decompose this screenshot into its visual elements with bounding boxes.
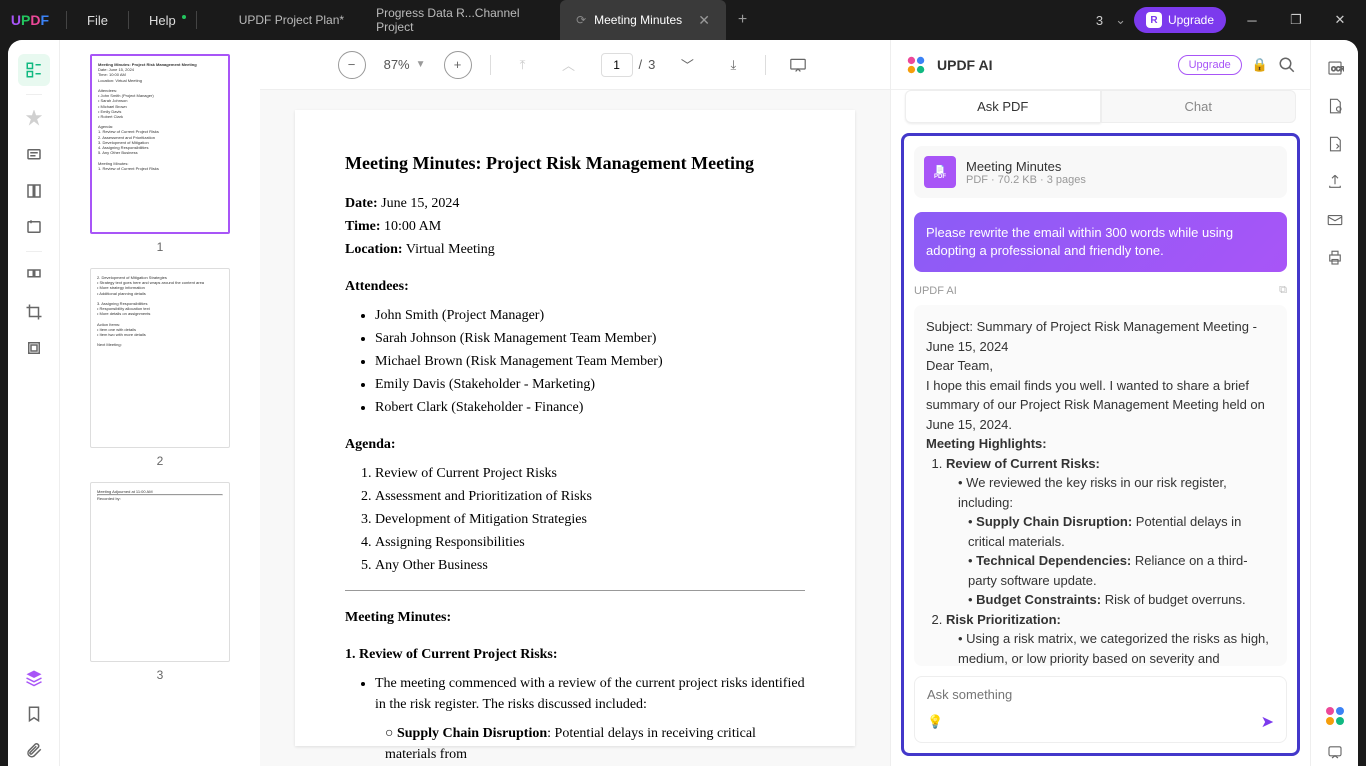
file-name: Meeting Minutes (966, 159, 1086, 174)
feedback-button[interactable] (1321, 738, 1349, 766)
search-icon[interactable] (1278, 56, 1296, 74)
tab-bar: UPDF Project Plan* Progress Data R...Cha… (223, 0, 1096, 40)
file-meta: PDF · 70.2 KB · 3 pages (966, 174, 1086, 186)
bookmark-button[interactable] (18, 698, 50, 730)
lock-icon[interactable]: 🔒 (1252, 57, 1268, 73)
next-page-button[interactable]: ﹀ (673, 51, 701, 79)
zoom-value[interactable]: 87% ▼ (384, 57, 426, 72)
email-button[interactable] (1321, 206, 1349, 234)
pdf-icon: 📄PDF (924, 156, 956, 188)
presentation-button[interactable] (784, 51, 812, 79)
page-input: / 3 (601, 53, 656, 77)
ai-response: Subject: Summary of Project Risk Managem… (914, 305, 1287, 666)
titlebar: UPDF File Help UPDF Project Plan* Progre… (0, 0, 1366, 40)
upgrade-button[interactable]: R Upgrade (1134, 7, 1226, 33)
ai-response-label: UPDF AI ⧉ (914, 284, 1287, 297)
thumbnails-button[interactable] (18, 54, 50, 86)
loading-icon: ⟳ (576, 13, 586, 27)
zoom-in-button[interactable]: + (444, 51, 472, 79)
page-content: Meeting Minutes: Project Risk Management… (295, 110, 855, 746)
share-button[interactable] (1321, 168, 1349, 196)
tab-meeting-minutes[interactable]: ⟳ Meeting Minutes ✕ (560, 0, 726, 40)
crop-button[interactable] (18, 296, 50, 328)
attachment-button[interactable] (18, 734, 50, 766)
ai-prompt-input[interactable] (927, 687, 1274, 702)
highlight-button[interactable] (18, 103, 50, 135)
document-viewport[interactable]: Meeting Minutes: Project Risk Management… (260, 90, 890, 766)
tab-project-plan[interactable]: UPDF Project Plan* (223, 0, 360, 40)
thumbnail-label: 3 (157, 668, 164, 682)
thumbnail-page-2[interactable]: 2. Development of Mitigation Strategies•… (90, 268, 230, 448)
close-button[interactable]: ✕ (1322, 4, 1358, 36)
user-message: Please rewrite the email within 300 word… (914, 212, 1287, 272)
ocr-button[interactable]: OCR (1321, 54, 1349, 82)
menu-file[interactable]: File (73, 13, 122, 28)
tab-count: 3 (1096, 13, 1107, 28)
ai-upgrade-button[interactable]: Upgrade (1178, 55, 1242, 75)
zoom-out-button[interactable]: − (338, 51, 366, 79)
ai-panel-title: UPDF AI (937, 57, 1168, 73)
thumbnail-label: 1 (157, 240, 164, 254)
convert-button[interactable] (1321, 130, 1349, 158)
form-button[interactable] (18, 211, 50, 243)
ai-assistant-icon[interactable] (1323, 704, 1347, 728)
left-toolbar (8, 40, 60, 766)
send-button[interactable]: ➤ (1261, 712, 1274, 732)
ai-chat-body: 📄PDF Meeting Minutes PDF · 70.2 KB · 3 p… (901, 133, 1300, 756)
ai-panel: UPDF AI Upgrade 🔒 Ask PDF Chat 📄PDF Meet… (890, 40, 1310, 766)
menu-help[interactable]: Help (135, 13, 190, 28)
document-area: − 87% ▼ + ⤒ ︿ / 3 ﹀ ⤓ Meeting Minutes: P… (260, 40, 890, 766)
ai-input-box: 💡 ➤ (914, 676, 1287, 743)
close-tab-icon[interactable]: ✕ (698, 12, 710, 29)
page-total: 3 (648, 57, 655, 72)
last-page-button[interactable]: ⤓ (719, 51, 747, 79)
tab-chat[interactable]: Chat (1101, 90, 1297, 123)
minimize-button[interactable]: ─ (1234, 4, 1270, 36)
thumbnail-label: 2 (157, 454, 164, 468)
thumbnail-page-1[interactable]: Meeting Minutes: Project Risk Management… (90, 54, 230, 234)
suggestion-icon[interactable]: 💡 (927, 714, 943, 730)
add-tab-button[interactable]: + (726, 0, 759, 40)
file-card: 📄PDF Meeting Minutes PDF · 70.2 KB · 3 p… (914, 146, 1287, 198)
compress-button[interactable] (18, 332, 50, 364)
chevron-down-icon[interactable]: ⌄ (1115, 12, 1126, 28)
page-number-field[interactable] (601, 53, 633, 77)
prev-page-button[interactable]: ︿ (555, 51, 583, 79)
layers-button[interactable] (18, 662, 50, 694)
tab-ask-pdf[interactable]: Ask PDF (905, 90, 1101, 123)
tab-progress-data[interactable]: Progress Data R...Channel Project (360, 0, 560, 40)
first-page-button[interactable]: ⤒ (509, 51, 537, 79)
svg-text:OCR: OCR (1331, 67, 1344, 73)
export-button[interactable] (1321, 92, 1349, 120)
copy-icon[interactable]: ⧉ (1279, 284, 1287, 297)
right-toolbar: OCR (1310, 40, 1358, 766)
upgrade-badge-icon: R (1146, 12, 1162, 28)
organize-button[interactable] (18, 260, 50, 292)
app-logo: UPDF (0, 12, 60, 28)
maximize-button[interactable]: ❐ (1278, 4, 1314, 36)
updf-ai-logo-icon (905, 54, 927, 76)
edit-text-button[interactable] (18, 175, 50, 207)
document-title: Meeting Minutes: Project Risk Management… (345, 150, 805, 177)
print-button[interactable] (1321, 244, 1349, 272)
thumbnail-page-3[interactable]: Meeting Adjourned at 11:00 AMRecorded by… (90, 482, 230, 662)
thumbnail-panel: Meeting Minutes: Project Risk Management… (60, 40, 260, 766)
chevron-down-icon: ▼ (416, 59, 426, 70)
document-toolbar: − 87% ▼ + ⤒ ︿ / 3 ﹀ ⤓ (260, 40, 890, 90)
comment-button[interactable] (18, 139, 50, 171)
